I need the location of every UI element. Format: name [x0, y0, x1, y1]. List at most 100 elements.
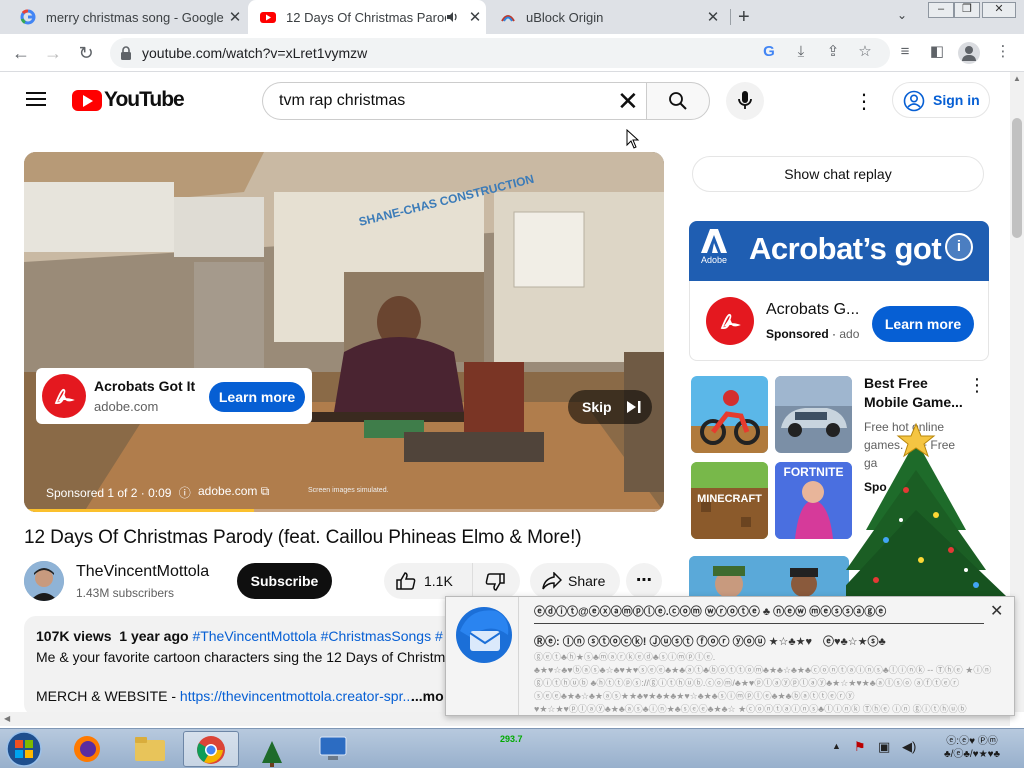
tab-search-icon[interactable]: ⌄	[897, 8, 907, 22]
close-tab-icon[interactable]: ✕	[224, 8, 246, 26]
sign-in-button[interactable]: Sign in	[892, 82, 990, 118]
email-notification-popup[interactable]: ⓔⓓⓘⓣ@ⓔⓧⓐⓜⓟⓛⓔ.ⓒⓞⓜ ⓦⓡⓞⓣⓔ ♣ ⓝⓔⓦ ⓜⓔⓢⓢⓐⓖⓔ Ⓡⓔ:…	[445, 596, 1015, 716]
channel-avatar[interactable]	[24, 561, 64, 601]
games-ad-menu-icon[interactable]: ⋮	[968, 375, 986, 396]
forward-icon[interactable]: →	[42, 42, 64, 64]
show-more-link[interactable]: ...mo	[411, 688, 444, 704]
youtube-header: YouTube tvm rap christmas ✕ ⋮ Sign in	[0, 72, 1010, 128]
tab-youtube-video[interactable]: 12 Days Of Christmas Parod ✕	[248, 0, 486, 34]
merch-link[interactable]: https://thevincentmottola.creator-spr...	[180, 688, 414, 704]
youtube-logo-icon[interactable]	[72, 90, 102, 111]
notification-body: ⓖⓔⓣ♣ⓗ★ⓢ♣ⓜⓐⓡⓚⓔⓓ♣ⓢⓘⓜⓟⓛⓔ. ♣★♥☆♣♥ⓑⓐⓢ♣☆♣♥★♥ⓢⓔ…	[534, 652, 992, 714]
channel-name[interactable]: TheVincentMottola	[76, 563, 209, 581]
video-player[interactable]: SHANE-CHAS CONSTRUCTION Acrobats Got It …	[24, 152, 664, 512]
side-panel-icon[interactable]: ◧	[928, 43, 946, 61]
ad-banner-headline: Acrobat’s got	[749, 231, 942, 266]
sidebar-ad-title[interactable]: Acrobats G...	[766, 301, 859, 319]
video-frame-image: SHANE-CHAS CONSTRUCTION	[24, 152, 664, 512]
search-input[interactable]: tvm rap christmas ✕	[262, 82, 648, 120]
clear-search-icon[interactable]: ✕	[617, 87, 639, 115]
more-actions-button[interactable]: ⋯	[626, 563, 662, 599]
volume-icon[interactable]: ◀)	[902, 739, 916, 755]
scroll-left-icon[interactable]: ◀	[4, 714, 10, 723]
windows-start-icon[interactable]	[4, 730, 44, 768]
external-link-icon: ⧉	[260, 484, 270, 498]
subscribe-button[interactable]: Subscribe	[237, 563, 332, 599]
tab-title: 12 Days Of Christmas Parod	[286, 9, 446, 25]
hamburger-menu-icon[interactable]	[26, 91, 46, 107]
system-clock[interactable]: ⓔ:ⓔ♥ Ⓟⓜ ♣/ⓔ♣/♥★♥♣	[944, 735, 1000, 761]
adobe-logo-icon: Adobe	[697, 229, 731, 273]
taskbar-file-explorer[interactable]	[122, 731, 178, 767]
search-button[interactable]	[646, 82, 710, 120]
lock-icon[interactable]	[120, 46, 132, 60]
share-page-icon[interactable]: ⇪	[824, 43, 842, 61]
description-meta: 107K views 1 year ago #TheVincentMottola…	[36, 628, 443, 644]
show-chat-replay-button[interactable]: Show chat replay	[692, 156, 984, 192]
clock-date: ♣/ⓔ♣/♥★♥♣	[944, 749, 1001, 760]
sidebar-learn-more-button[interactable]: Learn more	[872, 306, 974, 342]
like-button[interactable]: 1.1K	[384, 563, 472, 599]
view-count: 107K views	[36, 628, 112, 644]
profile-icon[interactable]	[958, 42, 980, 64]
google-translate-icon[interactable]: G	[760, 43, 778, 61]
speaker-icon[interactable]	[446, 10, 460, 24]
youtube-logo-text[interactable]: YouTube	[104, 88, 185, 112]
ad-status-text: Sponsored 1 of 2 · 0:09 ⓘ	[46, 484, 191, 501]
description-merch-line: MERCH & WEBSITE - https://thevincentmott…	[36, 688, 414, 704]
bookmark-star-icon[interactable]: ☆	[856, 43, 874, 61]
thumbs-up-icon	[396, 572, 416, 590]
scrollbar-thumb[interactable]	[1012, 118, 1022, 238]
ad-domain-link[interactable]: adobe.com ⧉	[198, 484, 269, 499]
restore-icon[interactable]: ❐	[954, 2, 980, 18]
share-button[interactable]: Share	[530, 563, 620, 599]
search-value: tvm rap christmas	[279, 92, 406, 109]
media-controls-icon[interactable]: ≡	[896, 43, 914, 61]
close-tab-icon[interactable]: ✕	[464, 8, 486, 26]
ad-overlay-card[interactable]: Acrobats Got It adobe.com Learn more	[36, 368, 312, 424]
game-tile-moto[interactable]	[691, 376, 768, 453]
taskbar-tree-gadget[interactable]: 293.7	[244, 731, 523, 767]
install-icon[interactable]: ⤓	[792, 43, 810, 61]
close-tab-icon[interactable]: ✕	[702, 8, 724, 26]
ad-domain-label: adobe.com	[198, 484, 258, 498]
tab-google-search[interactable]: merry christmas song - Google S ✕	[8, 0, 246, 34]
notification-close-icon[interactable]: ✕	[990, 601, 1003, 621]
back-icon[interactable]: ←	[10, 42, 32, 64]
minecraft-label: MINECRAFT	[697, 493, 762, 505]
info-icon[interactable]: ⓘ	[179, 486, 191, 500]
folder-icon	[135, 737, 165, 761]
ad-card-title[interactable]: Acrobats Got It	[94, 378, 195, 394]
settings-menu-icon[interactable]: ⋮	[854, 89, 874, 114]
notification-divider	[518, 597, 519, 715]
sidebar-ad-banner[interactable]: Adobe Acrobat’s got i	[689, 221, 989, 281]
game-tile-racing[interactable]	[775, 376, 852, 453]
game-tile-minecraft[interactable]: MINECRAFT	[691, 462, 768, 539]
taskbar-chrome[interactable]	[183, 731, 239, 767]
voice-search-button[interactable]	[726, 82, 764, 120]
dislike-button[interactable]	[472, 563, 520, 599]
description-text: Me & your favorite cartoon characters si…	[36, 649, 446, 665]
skip-ad-button[interactable]: Skip	[568, 390, 652, 424]
ad-status-label: Sponsored 1 of 2 · 0:09	[46, 486, 172, 500]
ad-progress-bar[interactable]	[24, 509, 664, 512]
network-icon[interactable]: ▣	[878, 739, 890, 755]
taskbar-remote-desktop[interactable]	[305, 731, 361, 767]
sidebar-ad-details[interactable]: Acrobats G... Sponsored · ado Learn more	[689, 281, 989, 361]
chrome-menu-icon[interactable]: ⋮	[994, 43, 1012, 61]
recommended-video-thumbnail[interactable]	[689, 556, 849, 600]
new-tab-icon[interactable]: +	[738, 6, 750, 29]
game-tile-fortnite[interactable]: FORTNITE	[775, 462, 852, 539]
action-center-icon[interactable]: ⚑	[854, 739, 866, 755]
minimize-icon[interactable]: –	[928, 2, 954, 18]
window-close-icon[interactable]: ✕	[982, 2, 1016, 18]
hashtags[interactable]: #TheVincentMottola #ChristmasSongs #	[192, 628, 442, 644]
show-hidden-icons[interactable]: ▲	[832, 741, 841, 751]
ad-learn-more-button[interactable]: Learn more	[209, 382, 305, 412]
ad-info-icon[interactable]: i	[945, 233, 973, 261]
tab-ublock[interactable]: uBlock Origin ✕	[488, 0, 724, 34]
scroll-up-icon[interactable]: ▲	[1013, 74, 1021, 83]
taskbar-firefox[interactable]	[60, 731, 116, 767]
reload-icon[interactable]: ↻	[75, 42, 97, 64]
games-ad-title[interactable]: Best Free Mobile Game...	[864, 374, 964, 412]
